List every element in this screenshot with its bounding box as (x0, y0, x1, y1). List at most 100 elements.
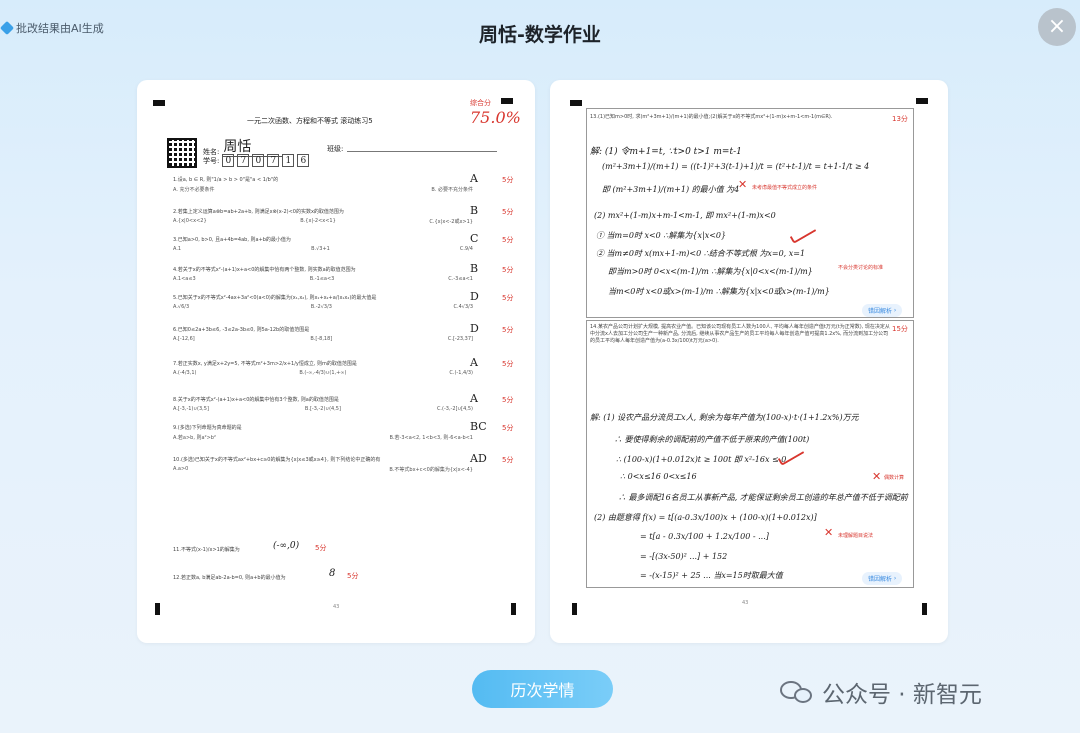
answer-line: (m²+3m+1)/(m+1) = ((t-1)²+3(t-1)+1)/t = … (602, 162, 870, 171)
page-number: 43 (333, 604, 340, 610)
answer-line: 解: (1) 令m+1=t, ∵t>0 t>1 m=t-1 (590, 147, 742, 157)
question-stem: 7.若正实数x, y满足x+2y=5, 不等式m²+3m>2/x+1/y恒成立,… (173, 361, 357, 367)
wrong-mark-icon: ✕ (872, 470, 882, 483)
id-digit: 6 (297, 154, 310, 167)
question-14-text: 14.某农产品公司计划扩大规模, 提高农业产值。已知该公司现有员工人数为100人… (590, 324, 890, 344)
question-option: A.[-12,6] (173, 336, 195, 342)
question-option: A.[-3,-1)∪(3,5] (173, 406, 209, 412)
question-option: B.-1≤a<3 (309, 276, 335, 282)
answer-line: = -(x-15)² + 25 ... 当x=15时取最大值 (640, 571, 783, 580)
student-id-row: 学号: 0 7 0 7 1 6 (203, 154, 310, 167)
question-option: A.a>0 (173, 466, 189, 472)
question-points: 5分 (502, 208, 514, 216)
answer-line: 即当m>0时 0<x<(m-1)/m ∴解集为{x|0<x<(m-1)/m} (608, 267, 813, 276)
score-label: 综合分 (470, 99, 491, 107)
grading-note: 偶数计算 (884, 475, 905, 481)
question-points: 5分 (502, 360, 514, 368)
question-options: A.1 B.√3+1 C.9/4 (173, 246, 473, 252)
close-icon: × (1047, 14, 1067, 39)
question-stem: 6.已知0≤2a+3b≤6, -3≤2a-3b≤0, 则5a-12b的取值范围是 (173, 327, 310, 333)
fill-blank-answer: 8 (329, 568, 336, 579)
registration-mark (501, 98, 513, 104)
handwritten-answer: B (470, 262, 479, 275)
question-item: 10.(多选)已知关于x的不等式ax²+bx+c≥0的解集为{x|x≤3或x≥4… (173, 456, 473, 473)
id-digit: 7 (267, 154, 280, 167)
question-option: C.[-23,37] (447, 336, 473, 342)
question-item: 7.若正实数x, y满足x+2y=5, 不等式m²+3m>2/x+1/y恒成立,… (173, 360, 473, 376)
question-option: B. 必要不充分条件 (431, 187, 473, 193)
error-analysis-button[interactable]: 错因解析 › (862, 572, 903, 585)
registration-mark (155, 603, 160, 615)
total-score: 75.0% (470, 108, 521, 127)
grading-note: 未考虑最值不等式成立的条件 (752, 185, 818, 191)
class-blank (347, 151, 497, 152)
registration-mark (570, 100, 582, 106)
answer-line: (2) 由题意得 f(x) = t[(a-0.3x/100)x + (100-x… (594, 513, 817, 522)
grading-note: 不会分类讨论的标准 (838, 265, 884, 271)
question-stem: 3.已知a>0, b>0, 且a+4b=4ab, 则a+b的最小值为 (173, 237, 291, 243)
question-options: A.a>0 B.不等式bx+c<0的解集为{x|x<-4} (173, 466, 473, 473)
question-points: 5分 (502, 294, 514, 302)
question-stem: 8.关于x的不等式x²-(a+1)x+a<0的解集中恰有3个整数, 则a的取值范… (173, 397, 339, 403)
handwritten-answer: BC (470, 420, 487, 433)
question-option: C.-3≤a<1 (448, 276, 473, 282)
homework-page-1[interactable]: 综合分 75.0% 一元二次函数、方程和不等式 滚动练习5 姓名: 周恬 班级:… (137, 80, 535, 643)
page-number: 43 (742, 600, 749, 606)
question-option: B.若-3<a<2, 1<b<3, 则-6<a-b<1 (389, 435, 474, 441)
class-label: 班级: (327, 145, 344, 153)
fill-blank-12: 12.若正数a, b满足ab-2a-b=0, 则a+b的最小值为 (173, 575, 286, 581)
qr-code-icon (167, 138, 197, 168)
answer-line: 当m<0时 x<0或x>(m-1)/m ∴解集为{x|x<0或x>(m-1)/m… (608, 287, 830, 296)
answer-line: = -[(3x-50)² ...] + 152 (640, 552, 728, 561)
wrong-mark-icon: ✕ (824, 526, 834, 539)
question-13-text: 13.(1)已知m>0时, 求(m²+3m+1)/(m+1)的最小值;(2)解关… (590, 114, 833, 120)
question-options: A.1<a≤3 B.-1≤a<3 C.-3≤a<1 (173, 276, 473, 282)
answer-line: ② 当m≠0时 x(mx+1-m)<0 ∴结合不等式根 为x=0, x=1 (596, 249, 806, 258)
history-learning-button[interactable]: 历次学情 (472, 670, 613, 708)
question-options: A.(-4/3,1) B.(-∞,-4/3)∪(1,+∞) C.(-1,4/3) (173, 370, 473, 376)
question-option: A. 充分不必要条件 (173, 187, 215, 193)
question-option: A.(-4/3,1) (173, 370, 197, 376)
question-option: A.1<a≤3 (173, 276, 196, 282)
id-digit: 0 (222, 154, 235, 167)
question-stem: 1.设a, b ∈ R, 则"1/a > b > 0"是"a < 1/b"的 (173, 177, 279, 183)
question-points: 5分 (502, 456, 514, 464)
analysis-label: 错因解析 (868, 308, 893, 315)
wrong-mark-icon: ✕ (738, 178, 748, 191)
answer-line: 即 (m²+3m+1)/(m+1) 的最小值 为4 (602, 185, 740, 194)
homework-page-2[interactable]: 13分 13.(1)已知m>0时, 求(m²+3m+1)/(m+1)的最小值;(… (550, 80, 948, 643)
question-option: C.(-3,-2]∪[4,5) (436, 406, 473, 412)
question-option: C.{x|x<-2或x>1} (429, 219, 473, 225)
handwritten-answer: A (470, 172, 478, 185)
question-option: C.(-1,4/3) (449, 370, 473, 376)
question-options: A.若a>b, 则a²>b² B.若-3<a<2, 1<b<3, 则-6<a-b<… (173, 434, 473, 441)
question-stem: 2.若集上定义运算a⊗b=ab+2a+b, 则满足x⊗(x-2)<0的实数x的取… (173, 209, 344, 215)
question-points: 5分 (502, 396, 514, 404)
registration-mark (922, 603, 927, 615)
question-item: 6.已知0≤2a+3b≤6, -3≤2a-3b≤0, 则5a-12b的取值范围是… (173, 326, 473, 342)
answer-line: 解: (1) 设农产品分流员工x人, 剩余为每年产值为(100-x)·t·(1+… (590, 413, 859, 422)
analysis-label: 错因解析 (868, 576, 893, 583)
question-points: 15分 (892, 325, 908, 333)
registration-mark (572, 603, 577, 615)
question-stem: 5.已知关于x的不等式x²-4ax+3a²<0(a<0)的解集为(x₁,x₂),… (173, 295, 377, 301)
question-option: B.-2√3/3 (310, 304, 332, 310)
watermark: 公众号 · 新智元 (780, 675, 982, 709)
question-points: 13分 (892, 115, 908, 123)
close-button[interactable]: × (1038, 8, 1076, 46)
question-option: A.若a>b, 则a²>b² (173, 435, 216, 441)
question-options: A.[-12,6] B.[-8,18] C.[-23,37] (173, 336, 473, 342)
question-option: A.√6/3 (173, 304, 190, 310)
question-stem: 4.若关于x的不等式x²-(a+1)x+a<0的解集中恰有两个整数, 则实数a的… (173, 267, 356, 273)
question-points: 5分 (502, 236, 514, 244)
handwritten-answer: C (470, 232, 479, 245)
question-item: 4.若关于x的不等式x²-(a+1)x+a<0的解集中恰有两个整数, 则实数a的… (173, 266, 473, 282)
id-digit: 0 (252, 154, 265, 167)
page-title: 周恬-数学作业 (479, 24, 601, 46)
question-option: B.[-8,18] (310, 336, 333, 342)
error-analysis-button[interactable]: 错因解析 › (862, 304, 903, 317)
question-option: B.不等式bx+c<0的解集为{x|x<-4} (389, 467, 473, 473)
answer-line: ∴ 最多调配16名员工从事新产品, 才能保证剩余员工创造的年总产值不低于调配前 (618, 493, 908, 502)
handwritten-answer: D (470, 322, 479, 335)
question-item: 2.若集上定义运算a⊗b=ab+2a+b, 则满足x⊗(x-2)<0的实数x的取… (173, 208, 473, 225)
